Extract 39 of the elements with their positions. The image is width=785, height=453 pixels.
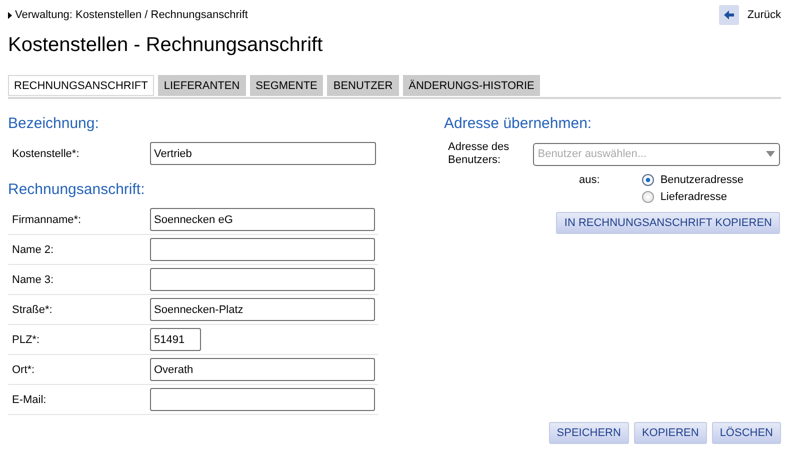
- field-label: Straße*:: [12, 304, 54, 316]
- tab[interactable]: LIEFERANTEN: [158, 75, 246, 96]
- input-field[interactable]: Soennecken eG: [150, 208, 375, 231]
- input-field[interactable]: Soennecken-Platz: [150, 298, 375, 321]
- breadcrumb: Verwaltung: Kostenstellen / Rechnungsanschrift: [15, 9, 248, 21]
- field-label: Name 2:: [12, 244, 55, 256]
- section-heading: Adresse übernehmen:: [444, 115, 593, 134]
- radio-label[interactable]: Benutzeradresse: [660, 174, 744, 186]
- tab[interactable]: ÄNDERUNGS-HISTORIE: [402, 75, 540, 96]
- action-button[interactable]: KOPIEREN: [634, 422, 707, 444]
- field-label: Adresse des Benutzers:: [447, 141, 510, 167]
- action-button[interactable]: SPEICHERN: [548, 422, 629, 444]
- action-button[interactable]: LÖSCHEN: [712, 422, 781, 444]
- triangle-icon: [8, 12, 12, 18]
- radio-button[interactable]: [642, 174, 654, 186]
- copy-button[interactable]: IN RECHNUNGSANSCHRIFT KOPIEREN: [556, 212, 780, 234]
- field-label: Kostenstelle*:: [12, 148, 80, 160]
- input-field[interactable]: [150, 388, 375, 411]
- field-label: Firmanname*:: [12, 214, 82, 226]
- radio-label[interactable]: Lieferadresse: [660, 190, 727, 202]
- back-button[interactable]: Zurück: [719, 5, 781, 25]
- field-label: E-Mail:: [12, 394, 48, 406]
- field-label: Name 3:: [12, 274, 55, 286]
- field-label: aus:: [579, 174, 601, 186]
- page-title: Kostenstellen - Rechnungsanschrift: [8, 33, 324, 58]
- section-heading: Bezeichnung:: [8, 115, 100, 134]
- tab[interactable]: SEGMENTE: [250, 75, 324, 96]
- input-field[interactable]: [150, 268, 375, 291]
- caret-icon: [766, 151, 775, 157]
- tab[interactable]: RECHNUNGSANSCHRIFT: [8, 75, 154, 96]
- tab[interactable]: BENUTZER: [327, 75, 399, 96]
- input-field[interactable]: 51491: [150, 328, 201, 351]
- section-heading: Rechnungsanschrift:: [8, 181, 146, 200]
- input-field[interactable]: Vertrieb: [150, 142, 376, 165]
- input-field[interactable]: Overath: [150, 358, 375, 381]
- radio-button[interactable]: [642, 190, 654, 202]
- field-label: PLZ*:: [12, 334, 41, 346]
- field-label: Ort*:: [12, 364, 36, 376]
- input-field[interactable]: [150, 238, 375, 261]
